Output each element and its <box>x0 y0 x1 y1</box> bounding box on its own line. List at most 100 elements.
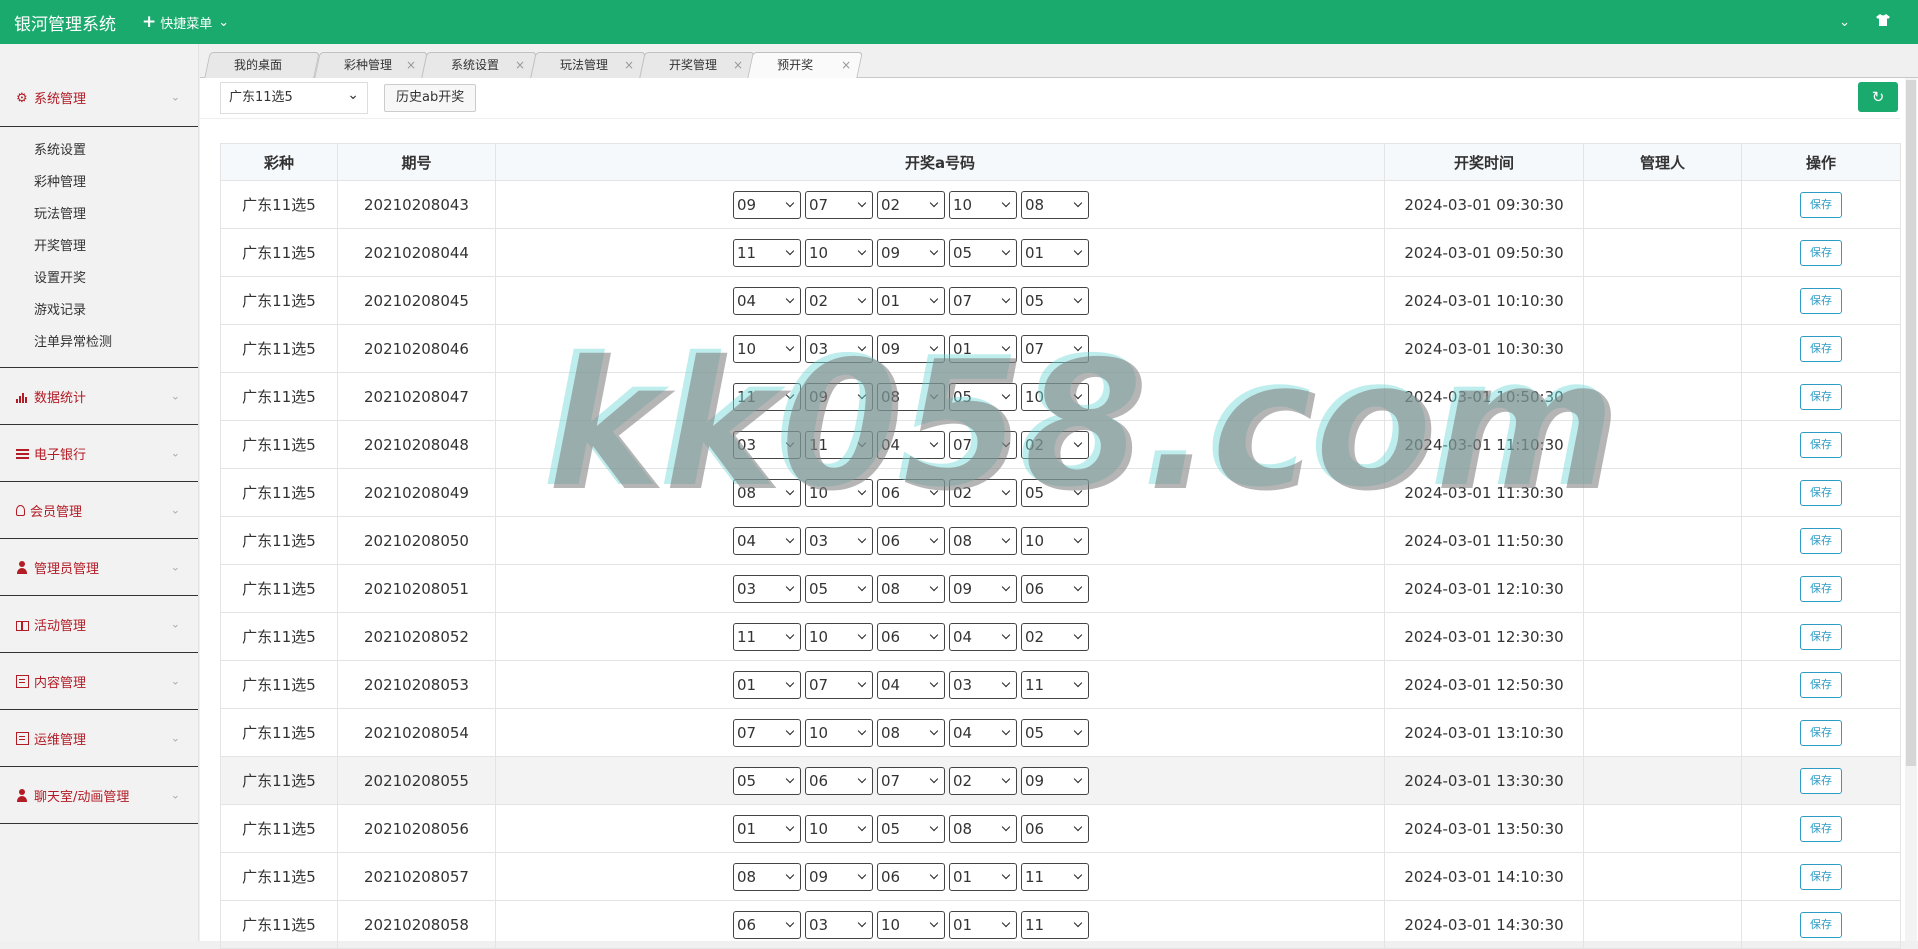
number-select[interactable]: 10 <box>1021 526 1089 555</box>
number-select[interactable]: 08 <box>877 382 945 411</box>
save-button[interactable]: 保存 <box>1800 767 1842 794</box>
number-select[interactable]: 04 <box>949 622 1017 651</box>
tab[interactable]: 玩法管理 × <box>530 52 646 78</box>
save-button[interactable]: 保存 <box>1800 383 1842 410</box>
sidebar-item[interactable]: 玩法管理 <box>0 199 198 231</box>
number-select[interactable]: 05 <box>1021 478 1089 507</box>
number-select[interactable]: 11 <box>1021 910 1089 939</box>
number-select[interactable]: 10 <box>805 814 873 843</box>
number-select[interactable]: 07 <box>805 670 873 699</box>
number-select[interactable]: 03 <box>805 910 873 939</box>
number-select[interactable]: 05 <box>1021 286 1089 315</box>
number-select[interactable]: 06 <box>1021 574 1089 603</box>
number-select[interactable]: 04 <box>949 718 1017 747</box>
number-select[interactable]: 03 <box>805 526 873 555</box>
number-select[interactable]: 01 <box>949 910 1017 939</box>
number-select[interactable]: 01 <box>1021 238 1089 267</box>
scrollbar-thumb[interactable] <box>1906 80 1916 766</box>
number-select[interactable]: 08 <box>733 478 801 507</box>
nav-group-header[interactable]: 内容管理 ⌄ <box>0 653 198 709</box>
number-select[interactable]: 06 <box>877 862 945 891</box>
number-select[interactable]: 10 <box>805 718 873 747</box>
save-button[interactable]: 保存 <box>1800 431 1842 458</box>
number-select[interactable]: 08 <box>877 718 945 747</box>
number-select[interactable]: 09 <box>805 382 873 411</box>
tab[interactable]: 开奖管理 × <box>639 52 755 78</box>
save-button[interactable]: 保存 <box>1800 527 1842 554</box>
number-select[interactable]: 02 <box>1021 430 1089 459</box>
number-select[interactable]: 02 <box>949 766 1017 795</box>
number-select[interactable]: 09 <box>877 238 945 267</box>
save-button[interactable]: 保存 <box>1800 863 1842 890</box>
number-select[interactable]: 09 <box>877 334 945 363</box>
number-select[interactable]: 02 <box>949 478 1017 507</box>
vertical-scrollbar[interactable] <box>1905 78 1917 941</box>
save-button[interactable]: 保存 <box>1800 719 1842 746</box>
number-select[interactable]: 04 <box>733 286 801 315</box>
number-select[interactable]: 03 <box>805 334 873 363</box>
sidebar-item[interactable]: 设置开奖 <box>0 263 198 295</box>
number-select[interactable]: 01 <box>733 814 801 843</box>
save-button[interactable]: 保存 <box>1800 671 1842 698</box>
number-select[interactable]: 01 <box>733 670 801 699</box>
number-select[interactable]: 07 <box>733 718 801 747</box>
history-ab-draw-button[interactable]: 历史ab开奖 <box>384 84 477 112</box>
number-select[interactable]: 06 <box>877 478 945 507</box>
sidebar-item[interactable]: 彩种管理 <box>0 167 198 199</box>
save-button[interactable]: 保存 <box>1800 239 1842 266</box>
number-select[interactable]: 07 <box>949 430 1017 459</box>
number-select[interactable]: 08 <box>733 862 801 891</box>
number-select[interactable]: 09 <box>949 574 1017 603</box>
number-select[interactable]: 01 <box>877 286 945 315</box>
theme-shirt-icon[interactable] <box>1876 14 1890 30</box>
number-select[interactable]: 06 <box>877 622 945 651</box>
save-button[interactable]: 保存 <box>1800 815 1842 842</box>
number-select[interactable]: 10 <box>1021 382 1089 411</box>
number-select[interactable]: 10 <box>805 478 873 507</box>
number-select[interactable]: 03 <box>733 430 801 459</box>
number-select[interactable]: 07 <box>805 190 873 219</box>
lottery-select[interactable]: 广东11选5 <box>220 80 368 114</box>
number-select[interactable]: 05 <box>949 238 1017 267</box>
number-select[interactable]: 11 <box>733 622 801 651</box>
close-icon[interactable]: × <box>406 53 416 77</box>
save-button[interactable]: 保存 <box>1800 479 1842 506</box>
number-select[interactable]: 11 <box>733 238 801 267</box>
number-select[interactable]: 09 <box>805 862 873 891</box>
number-select[interactable]: 10 <box>805 622 873 651</box>
tab[interactable]: 彩种管理 × <box>314 52 428 78</box>
tab[interactable]: 我的桌面 <box>204 52 320 78</box>
sidebar-item[interactable]: 开奖管理 <box>0 231 198 263</box>
number-select[interactable]: 08 <box>949 526 1017 555</box>
user-menu-chevron-icon[interactable]: ⌄ <box>1839 15 1850 30</box>
number-select[interactable]: 06 <box>733 910 801 939</box>
number-select[interactable]: 08 <box>877 574 945 603</box>
number-select[interactable]: 04 <box>733 526 801 555</box>
number-select[interactable]: 04 <box>877 670 945 699</box>
refresh-button[interactable]: ↻ <box>1858 82 1898 112</box>
number-select[interactable]: 10 <box>805 238 873 267</box>
nav-group-header[interactable]: 会员管理 ⌄ <box>0 482 198 538</box>
nav-group-header[interactable]: 管理员管理 ⌄ <box>0 539 198 595</box>
save-button[interactable]: 保存 <box>1800 575 1842 602</box>
number-select[interactable]: 10 <box>877 910 945 939</box>
number-select[interactable]: 04 <box>877 430 945 459</box>
number-select[interactable]: 11 <box>1021 670 1089 699</box>
number-select[interactable]: 02 <box>805 286 873 315</box>
save-button[interactable]: 保存 <box>1800 623 1842 650</box>
number-select[interactable]: 08 <box>949 814 1017 843</box>
number-select[interactable]: 05 <box>733 766 801 795</box>
save-button[interactable]: 保存 <box>1800 911 1842 938</box>
number-select[interactable]: 08 <box>1021 190 1089 219</box>
number-select[interactable]: 03 <box>733 574 801 603</box>
nav-group-header[interactable]: 聊天室/动画管理 ⌄ <box>0 767 198 823</box>
number-select[interactable]: 02 <box>877 190 945 219</box>
number-select[interactable]: 05 <box>805 574 873 603</box>
number-select[interactable]: 07 <box>877 766 945 795</box>
nav-group-header[interactable]: 运维管理 ⌄ <box>0 710 198 766</box>
save-button[interactable]: 保存 <box>1800 191 1842 218</box>
number-select[interactable]: 10 <box>733 334 801 363</box>
number-select[interactable]: 10 <box>949 190 1017 219</box>
nav-group-header[interactable]: 数据统计 ⌄ <box>0 368 198 424</box>
number-select[interactable]: 09 <box>1021 766 1089 795</box>
